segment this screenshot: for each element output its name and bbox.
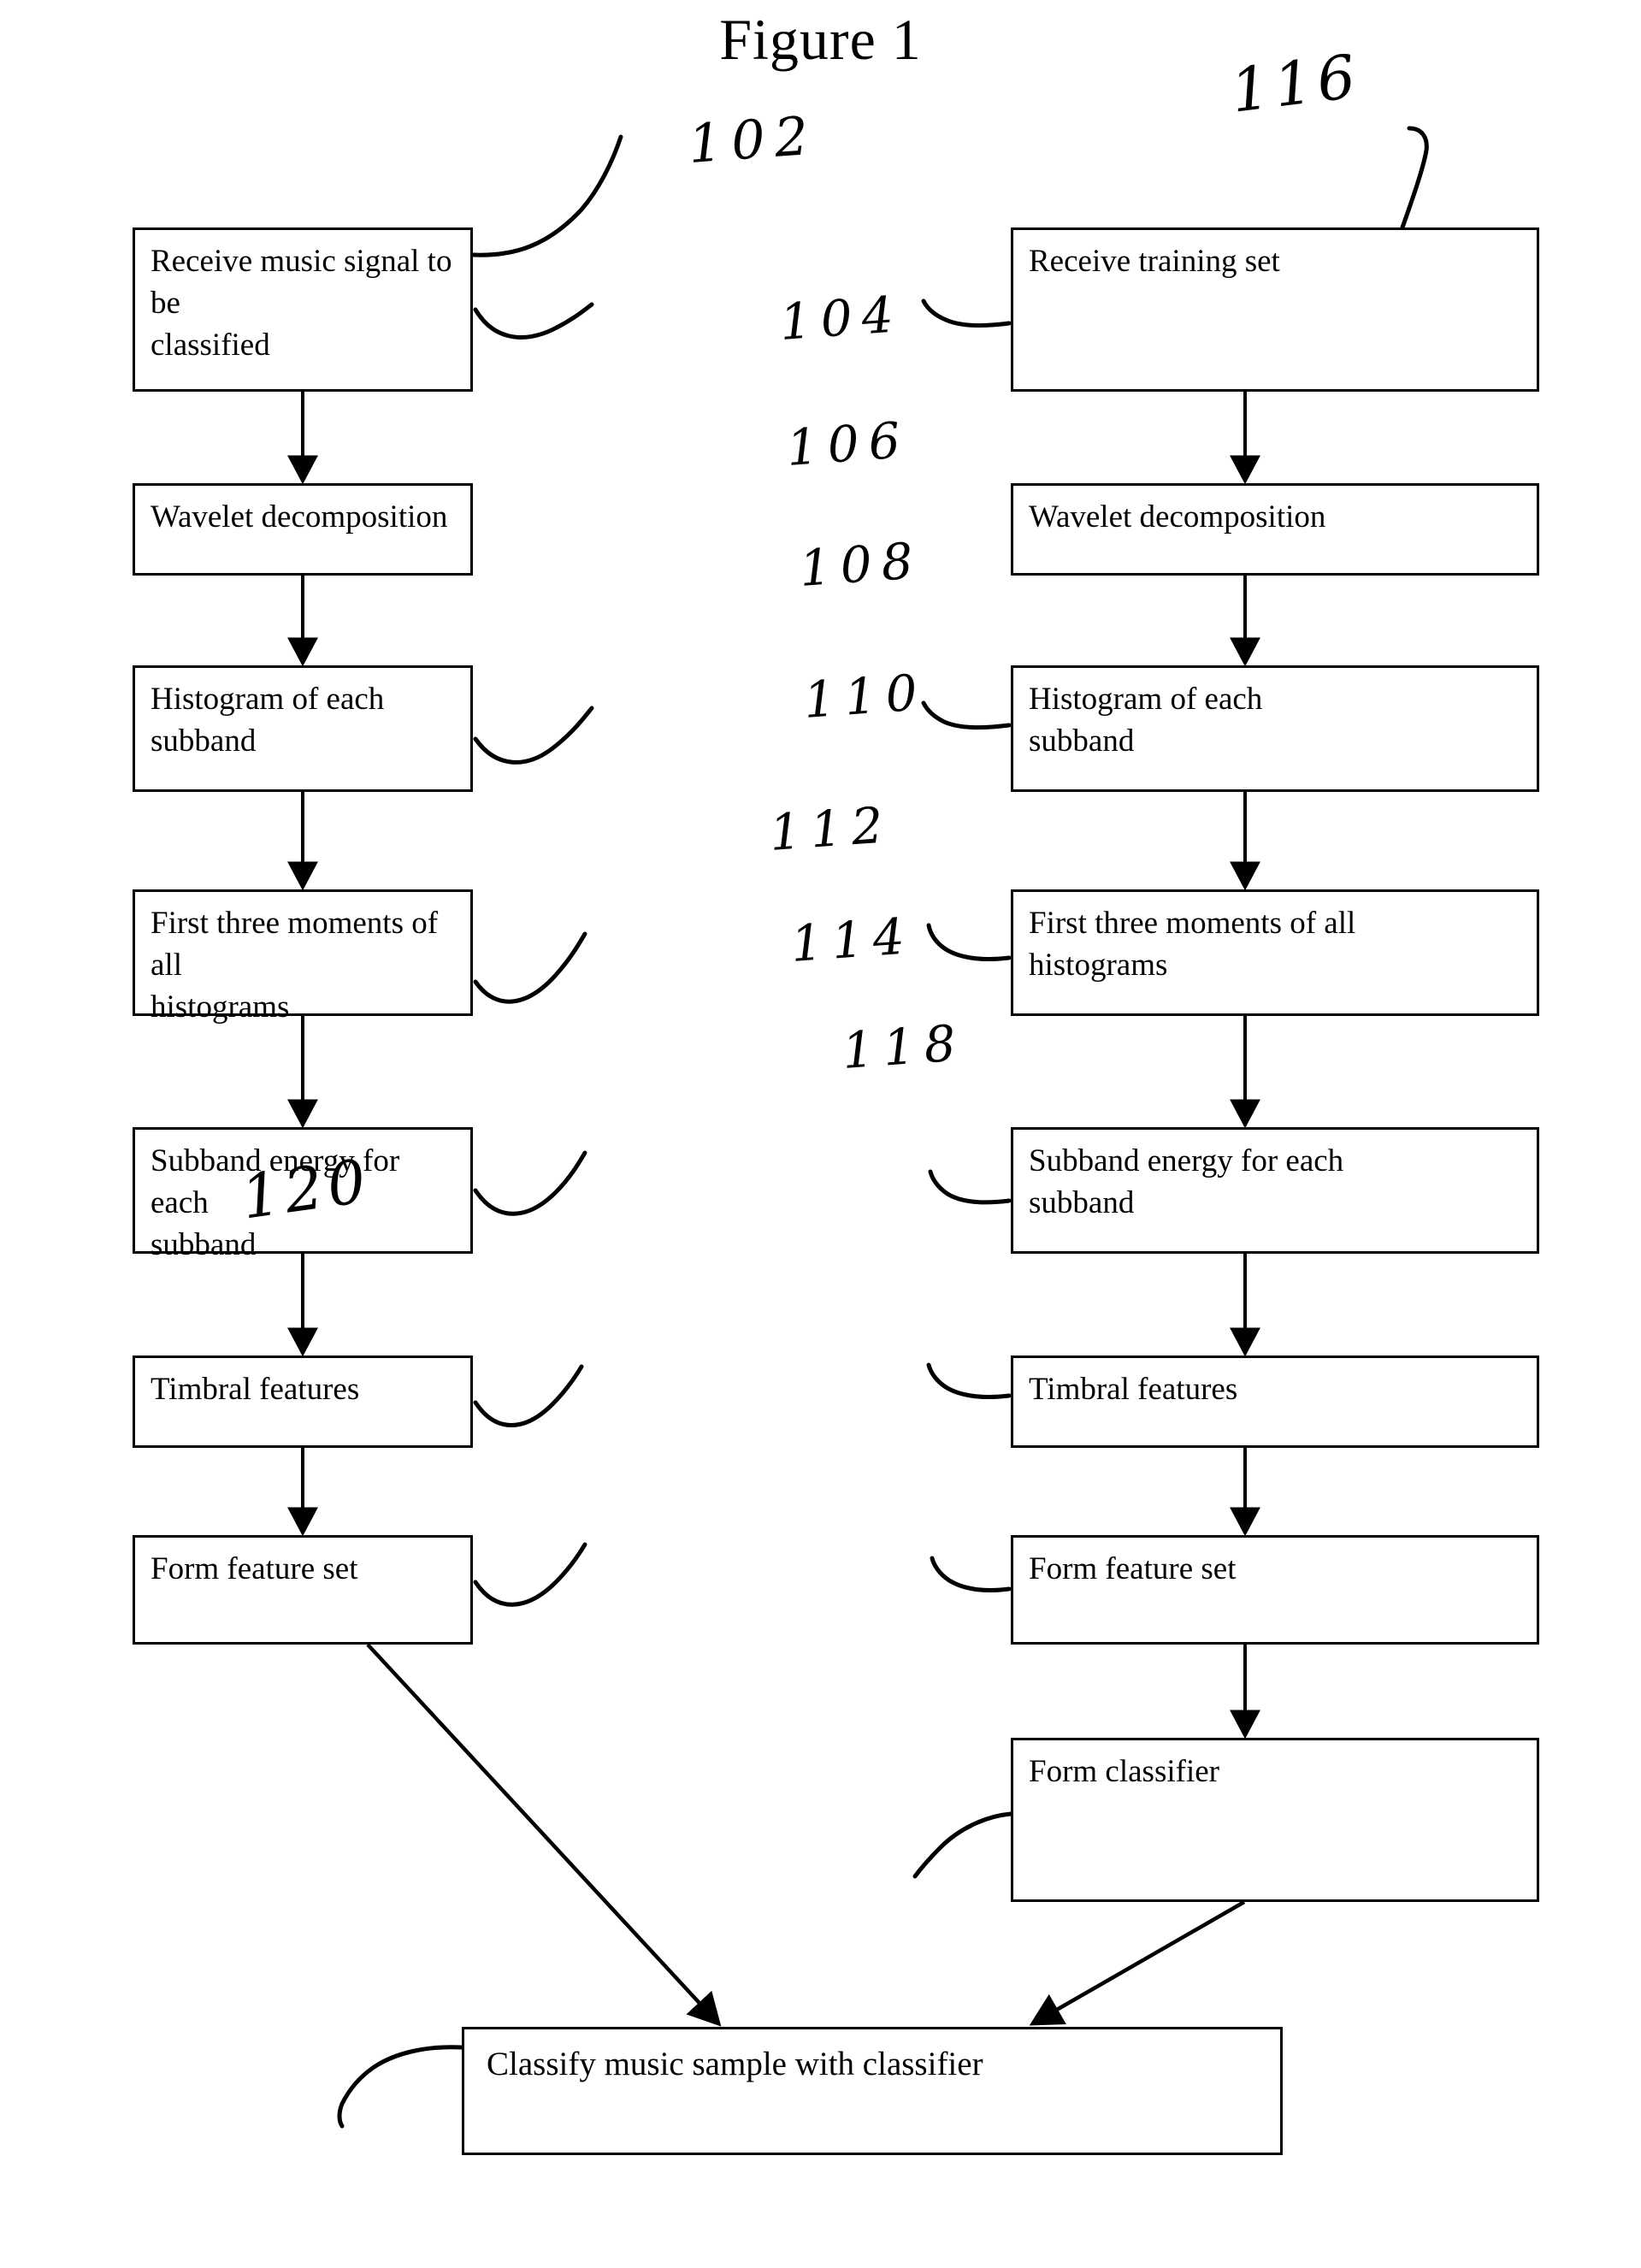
flow-box-receive-training-set[interactable]: Receive training set [1011,227,1539,392]
reference-numeral-118: 118 [840,1013,967,1080]
leader-102 [470,134,623,257]
figure-page: Figure 1 Receive music signal to be clas… [0,0,1641,2268]
flow-box-subband-energy-right[interactable]: Subband energy for each subband [1011,1127,1539,1254]
reference-numeral-108: 108 [797,531,924,598]
leader-106-left [473,706,594,765]
leader-104-left [473,302,594,340]
reference-numeral-116: 116 [1227,40,1365,127]
leader-114-left [473,1542,587,1607]
flow-box-label: Receive training set [1029,244,1280,279]
reference-numeral-102: 102 [686,103,820,175]
flow-box-label: First three moments of all histograms [151,906,439,1025]
flow-box-form-feature-set-right[interactable]: Form feature set [1011,1535,1539,1645]
leader-112-right [926,1362,1012,1400]
flow-box-label: Histogram of each subband [151,682,385,759]
page-title: Figure 1 [719,7,922,72]
leader-104-right [921,298,1012,328]
flow-box-first-three-moments-left[interactable]: First three moments of all histograms [133,889,473,1025]
leader-112-left [473,1364,584,1427]
arrow-left-feature-set-to-classify [366,1643,722,2027]
flow-box-form-classifier[interactable]: Form classifier [1011,1738,1539,1902]
leader-108-right [926,923,1012,962]
flow-box-histogram-subband-right[interactable]: Histogram of each subband [1011,665,1539,792]
reference-numeral-112: 112 [767,795,894,862]
flow-box-label: Timbral features [151,1372,360,1407]
reference-numeral-114: 114 [788,907,916,973]
flow-box-timbral-features-right[interactable]: Timbral features [1011,1355,1539,1448]
reference-numeral-120: 120 [237,1145,375,1233]
flow-box-first-three-moments-right[interactable]: First three moments of all histograms [1011,889,1539,1016]
flow-box-classify-music-sample[interactable]: Classify music sample with classifier [462,2027,1283,2155]
leader-106-right [921,700,1012,730]
flow-box-receive-music-signal[interactable]: Receive music signal to be classified [133,227,473,392]
flow-box-histogram-subband-left[interactable]: Histogram of each subband [133,665,473,792]
flow-box-label: First three moments of all histograms [1029,906,1356,983]
flow-box-wavelet-decomposition-left[interactable]: Wavelet decomposition [133,483,473,576]
leader-110-left [473,1150,587,1216]
flow-box-label: Timbral features [1029,1372,1238,1407]
leader-118 [912,1811,1013,1879]
flow-box-label: Form feature set [151,1551,358,1586]
flow-box-label: Classify music sample with classifier [487,2046,983,2082]
reference-numeral-106: 106 [784,410,912,477]
flow-box-form-feature-set-left[interactable]: Form feature set [133,1535,473,1645]
flow-box-label: Receive music signal to be classified [151,244,452,363]
leader-108-left [473,931,587,1004]
leader-114-right [930,1556,1012,1593]
flow-box-label: Form feature set [1029,1551,1237,1586]
leader-116 [1400,126,1429,230]
flow-box-label: Wavelet decomposition [1029,499,1326,535]
flow-box-label: Wavelet decomposition [151,499,448,535]
flow-box-label: Histogram of each subband [1029,682,1263,759]
reference-numeral-104: 104 [777,285,905,351]
leader-110-right [928,1169,1012,1205]
reference-numeral-110: 110 [801,663,929,729]
flow-box-timbral-features-left[interactable]: Timbral features [133,1355,473,1448]
leader-120 [337,2045,464,2129]
flow-box-label: Subband energy for each subband [1029,1143,1344,1220]
flow-box-label: Form classifier [1029,1754,1219,1789]
arrow-form-classifier-to-classify [1029,1900,1246,2026]
flow-box-wavelet-decomposition-right[interactable]: Wavelet decomposition [1011,483,1539,576]
